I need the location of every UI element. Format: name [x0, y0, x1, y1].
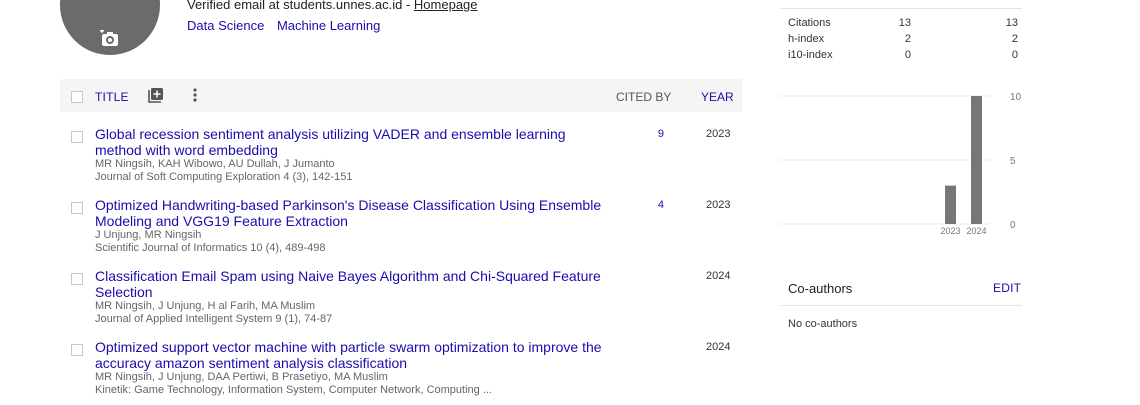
stat-row-h-index: h-index 2 2: [788, 33, 1018, 47]
stat-since: 2: [1011, 33, 1018, 45]
sort-by-title[interactable]: TITLE: [95, 90, 129, 104]
article-venue: Kinetik: Game Technology, Information Sy…: [95, 384, 492, 396]
article-authors: MR Ningsih, J Unjung, DAA Pertiwi, B Pra…: [95, 371, 388, 383]
article-year: 2023: [706, 128, 731, 140]
article-title[interactable]: Global recession sentiment analysis util…: [95, 126, 605, 158]
article-authors: MR Ningsih, J Unjung, H al Farih, MA Mus…: [95, 300, 316, 312]
more-vert-icon[interactable]: [190, 87, 200, 103]
chart-bar-2023[interactable]: [945, 185, 956, 224]
row-checkbox[interactable]: [71, 131, 83, 143]
interest-link[interactable]: Machine Learning: [277, 18, 380, 33]
add-to-library-icon[interactable]: [148, 87, 164, 103]
stat-row-i10-index: i10-index 0 0: [788, 49, 1018, 63]
article-year: 2024: [706, 270, 731, 282]
stat-all: 2: [904, 33, 911, 45]
chart-x-tick-label: 2023: [940, 226, 960, 236]
stat-since: 13: [1005, 17, 1018, 29]
coauthors-divider: [780, 305, 1022, 306]
stat-all: 13: [898, 17, 911, 29]
articles-table-header: TITLE CITED BY YEAR: [60, 79, 742, 112]
sort-by-year[interactable]: YEAR: [701, 90, 734, 104]
stat-label[interactable]: i10-index: [788, 49, 833, 61]
row-checkbox[interactable]: [71, 273, 83, 285]
table-row: Classification Email Spam using Naive Ba…: [60, 268, 742, 334]
stats-divider: [780, 8, 1022, 9]
article-authors: J Unjung, MR Ningsih: [95, 229, 202, 241]
stat-row-citations: Citations 13 13: [788, 17, 1018, 31]
coauthors-empty-text: No co-authors: [788, 318, 858, 330]
table-row: Optimized support vector machine with pa…: [60, 339, 742, 405]
coauthors-edit-button[interactable]: EDIT: [993, 281, 1021, 295]
chart-y-tick-label: 0: [1010, 220, 1016, 231]
verified-email: Verified email at students.unnes.ac.id -…: [187, 0, 478, 12]
article-year: 2024: [706, 341, 731, 353]
cited-by-count[interactable]: 4: [650, 199, 664, 211]
coauthors-title: Co-authors: [788, 281, 853, 296]
row-checkbox[interactable]: [71, 344, 83, 356]
table-row: Global recession sentiment analysis util…: [60, 126, 742, 192]
sort-by-cited[interactable]: CITED BY: [616, 90, 671, 104]
article-venue: Journal of Applied Intelligent System 9 …: [95, 313, 333, 325]
article-venue: Scientific Journal of Informatics 10 (4)…: [95, 242, 326, 254]
article-title[interactable]: Optimized Handwriting-based Parkinson's …: [95, 197, 605, 229]
article-venue: Journal of Soft Computing Exploration 4 …: [95, 171, 353, 183]
chart-x-tick-label: 2024: [966, 226, 986, 236]
article-authors: MR Ningsih, KAH Wibowo, AU Dullah, J Jum…: [95, 158, 335, 170]
interest-link[interactable]: Data Science: [187, 18, 264, 33]
chart-bar-2024[interactable]: [971, 96, 982, 224]
stat-all: 0: [904, 49, 911, 61]
stat-label[interactable]: Citations: [788, 17, 831, 29]
article-title[interactable]: Optimized support vector machine with pa…: [95, 339, 605, 371]
table-row: Optimized Handwriting-based Parkinson's …: [60, 197, 742, 263]
article-title[interactable]: Classification Email Spam using Naive Ba…: [95, 268, 605, 300]
stat-label[interactable]: h-index: [788, 33, 824, 45]
chart-y-tick-label: 10: [1010, 92, 1022, 103]
research-interests: Data Science Machine Learning: [187, 18, 389, 33]
homepage-link[interactable]: Homepage: [414, 0, 478, 12]
camera-icon[interactable]: [100, 28, 120, 48]
article-year: 2023: [706, 199, 731, 211]
citations-chart: 0 5 10 2023 2024: [780, 92, 1022, 236]
row-checkbox[interactable]: [71, 202, 83, 214]
chart-y-tick-label: 5: [1010, 156, 1016, 167]
cited-by-count[interactable]: 9: [650, 128, 664, 140]
stat-since: 0: [1011, 49, 1018, 61]
verified-email-text: Verified email at students.unnes.ac.id -: [187, 0, 414, 12]
select-all-checkbox[interactable]: [71, 91, 83, 103]
